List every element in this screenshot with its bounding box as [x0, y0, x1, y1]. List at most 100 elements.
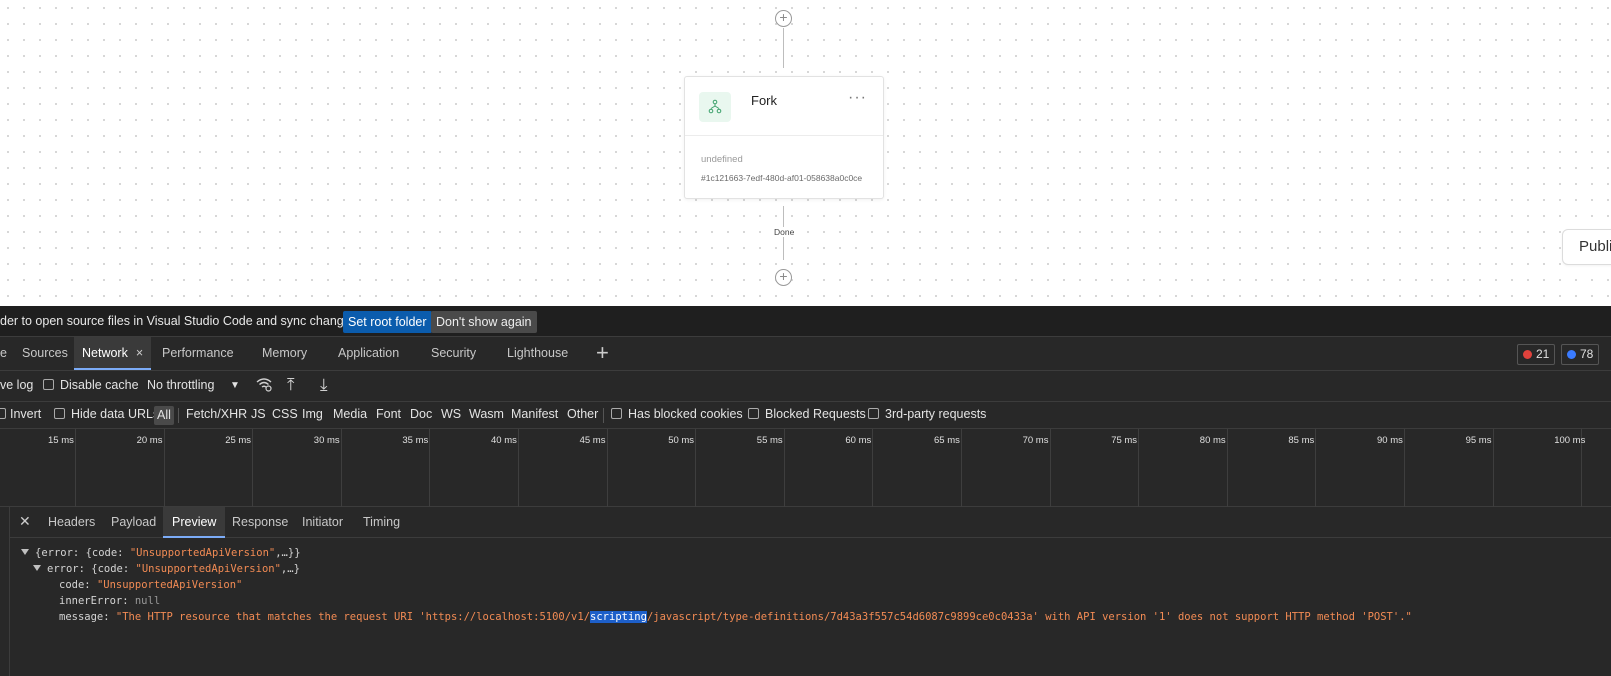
has-blocked-cookies-checkbox[interactable]: Has blocked cookies — [611, 407, 743, 421]
tab-lighthouse[interactable]: Lighthouse — [507, 337, 568, 370]
tab-timing[interactable]: Timing — [363, 507, 400, 538]
timeline-tick-label: 70 ms — [1022, 435, 1049, 446]
third-party-requests-checkbox[interactable]: 3rd-party requests — [868, 407, 986, 421]
fork-node-subtitle: undefined — [701, 154, 743, 165]
checkbox-icon — [748, 408, 759, 419]
filter-doc[interactable]: Doc — [410, 407, 432, 421]
messages-count-badge[interactable]: 78 — [1561, 344, 1600, 365]
tab-initiator[interactable]: Initiator — [302, 507, 343, 538]
filter-all[interactable]: All — [154, 406, 174, 425]
timeline-tick-label: 65 ms — [934, 435, 960, 446]
json-string: "UnsupportedApiVersion" — [129, 547, 276, 559]
devtools-panel: der to open source files in Visual Studi… — [0, 306, 1611, 676]
dont-show-again-button[interactable]: Don't show again — [431, 311, 537, 333]
filter-other[interactable]: Other — [567, 407, 598, 421]
tab-network[interactable]: Network × — [74, 337, 152, 370]
filter-fetch-xhr[interactable]: Fetch/XHR — [186, 407, 247, 421]
tab-application[interactable]: Application — [338, 337, 399, 370]
more-options-icon[interactable]: ··· — [848, 89, 867, 107]
throttling-dropdown-icon[interactable]: ▼ — [230, 380, 240, 391]
timeline-tick-label: 75 ms — [1111, 435, 1138, 446]
errors-count-badge[interactable]: 21 — [1517, 344, 1556, 365]
json-message-row: message: "The HTTP resource that matches… — [59, 609, 1412, 625]
message-icon — [1567, 350, 1576, 359]
tab-response[interactable]: Response — [232, 507, 288, 538]
json-tail: ,…}} — [275, 547, 301, 559]
invert-checkbox[interactable]: Invert — [0, 407, 41, 421]
tab-payload[interactable]: Payload — [111, 507, 156, 538]
timeline-tick-label: 35 ms — [402, 435, 429, 446]
timeline-tick-label: 95 ms — [1465, 435, 1492, 446]
detail-tabbar: ✕ Headers Payload Preview Response Initi… — [10, 507, 1611, 538]
tab-security[interactable]: Security — [431, 337, 476, 370]
close-icon[interactable]: ✕ — [19, 513, 31, 530]
fork-node-header: Fork ··· — [685, 77, 883, 136]
blocked-requests-checkbox[interactable]: Blocked Requests — [748, 407, 866, 421]
filter-wasm[interactable]: Wasm — [469, 407, 504, 421]
add-step-bottom-button[interactable]: + — [775, 269, 792, 286]
tab-elements-partial[interactable]: e — [0, 337, 7, 370]
hide-data-urls-label: Hide data URLs — [71, 407, 160, 421]
checkbox-icon — [43, 379, 54, 390]
network-timeline-overview[interactable]: 15 ms 20 ms 25 ms 30 ms 35 ms 40 ms 45 ms 50 ms… — [0, 429, 1611, 507]
fork-node-id: #1c121663-7edf-480d-af01-058638a0c0ce — [701, 173, 863, 183]
request-detail-panel: ✕ Headers Payload Preview Response Initi… — [0, 507, 1611, 676]
json-key: code: — [59, 579, 97, 591]
fork-node-card[interactable]: Fork ··· undefined #1c121663-7edf-480d-a… — [684, 76, 884, 199]
filter-ws[interactable]: WS — [441, 407, 461, 421]
invert-label: Invert — [10, 407, 42, 421]
devtools-tabbar: e Sources Network × Performance Memory Ap… — [0, 337, 1611, 371]
infobar-message: der to open source files in Visual Studi… — [0, 314, 361, 328]
publish-button[interactable]: Publi — [1562, 229, 1611, 265]
filter-css[interactable]: CSS — [272, 407, 298, 421]
timeline-tick-label: 15 ms — [48, 435, 74, 446]
disable-cache-checkbox[interactable]: Disable cache — [43, 378, 139, 392]
filter-font[interactable]: Font — [376, 407, 401, 421]
json-key: {error: {code: — [35, 547, 130, 559]
plus-icon: + — [779, 9, 788, 25]
blocked-requests-label: Blocked Requests — [765, 407, 866, 421]
throttling-select[interactable]: No throttling — [147, 378, 214, 392]
preserve-log-label[interactable]: ve log — [0, 378, 33, 392]
json-string: "UnsupportedApiVersion" — [135, 563, 281, 575]
timeline-tick-label: 50 ms — [668, 435, 695, 446]
json-error-row[interactable]: error: {code: "UnsupportedApiVersion",…} — [33, 561, 300, 577]
checkbox-icon — [0, 408, 6, 419]
tab-headers[interactable]: Headers — [48, 507, 95, 538]
tab-sources[interactable]: Sources — [22, 337, 68, 370]
tab-performance[interactable]: Performance — [162, 337, 234, 370]
third-party-requests-label: 3rd-party requests — [885, 407, 987, 421]
tab-preview[interactable]: Preview — [163, 507, 226, 538]
filter-manifest[interactable]: Manifest — [511, 407, 558, 421]
filter-media[interactable]: Media — [333, 407, 367, 421]
json-root-row[interactable]: {error: {code: "UnsupportedApiVersion",…… — [21, 545, 301, 561]
expand-triangle-icon[interactable] — [33, 565, 41, 571]
network-toolbar: ve log Disable cache No throttling ▼ ⤒ ⤓ — [0, 371, 1611, 402]
connector-label: Done — [773, 227, 796, 237]
json-string: "The HTTP resource that matches the requ… — [115, 611, 591, 623]
tab-memory[interactable]: Memory — [262, 337, 307, 370]
add-step-top-button[interactable]: + — [775, 10, 792, 27]
messages-count: 78 — [1580, 347, 1594, 361]
hide-data-urls-checkbox[interactable]: Hide data URLs — [54, 407, 159, 421]
more-tabs-plus-icon[interactable]: + — [596, 342, 609, 364]
selected-text: scripting — [590, 611, 647, 623]
filter-js[interactable]: JS — [251, 407, 266, 421]
network-conditions-icon[interactable] — [255, 375, 273, 398]
workflow-canvas[interactable]: + Fork ··· undefined #1c121663-7edf-480d… — [0, 0, 1611, 306]
divider — [603, 408, 604, 423]
tab-network-label: Network — [82, 346, 128, 360]
expand-triangle-icon[interactable] — [21, 549, 29, 555]
checkbox-icon — [611, 408, 622, 419]
filter-img[interactable]: Img — [302, 407, 323, 421]
checkbox-icon — [868, 408, 879, 419]
error-icon — [1523, 350, 1532, 359]
json-key: error: {code: — [47, 563, 136, 575]
import-har-icon[interactable]: ⤒ — [287, 375, 295, 395]
plus-icon: + — [779, 268, 788, 284]
set-root-folder-button[interactable]: Set root folder — [343, 311, 432, 333]
errors-count: 21 — [1536, 347, 1550, 361]
fork-icon — [699, 92, 731, 122]
export-har-icon[interactable]: ⤓ — [320, 375, 328, 395]
close-tab-icon[interactable]: × — [136, 346, 143, 360]
